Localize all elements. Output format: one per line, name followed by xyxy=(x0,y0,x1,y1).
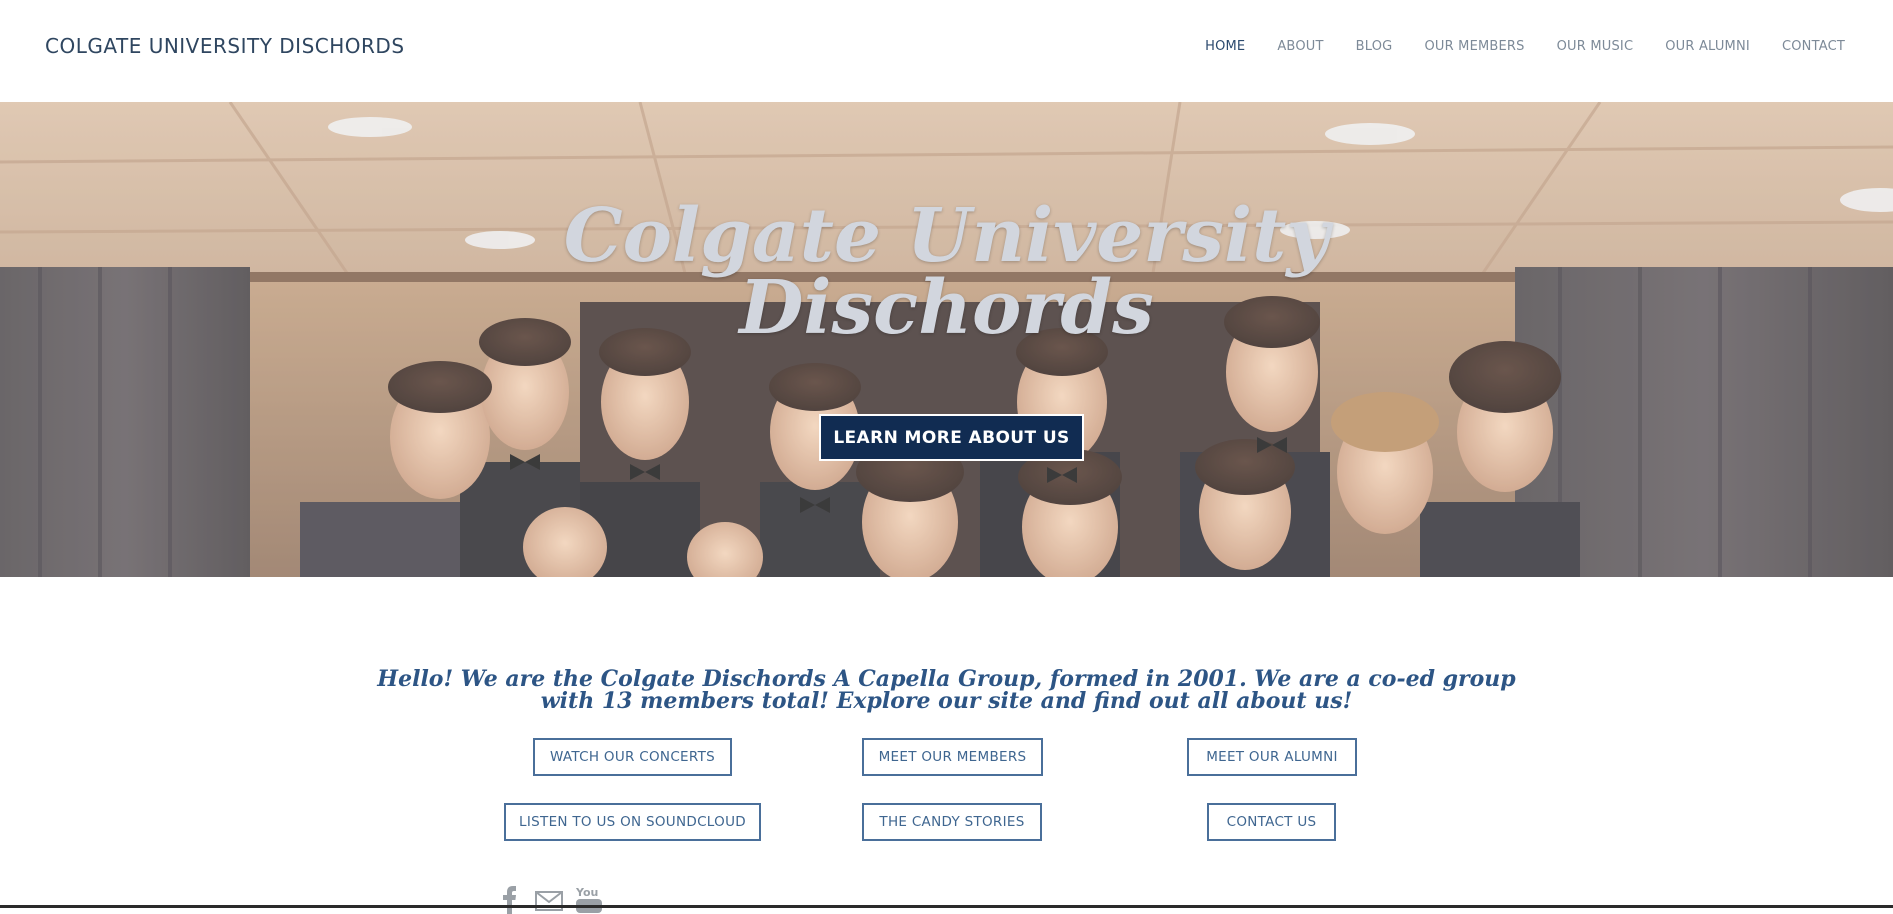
hero-title: Colgate University Dischords xyxy=(0,193,1893,351)
nav-item-contact[interactable]: CONTACT xyxy=(1782,39,1845,54)
learn-more-button[interactable]: LEARN MORE ABOUT US xyxy=(819,414,1084,461)
hero-banner: Colgate University Dischords LEARN MORE … xyxy=(0,102,1893,577)
candy-stories-button[interactable]: THE CANDY STORIES xyxy=(862,803,1042,841)
hero-title-line1: Colgate University xyxy=(563,193,1330,279)
main-nav: HOME ABOUT BLOG OUR MEMBERS OUR MUSIC OU… xyxy=(1173,39,1845,54)
nav-item-our-music[interactable]: OUR MUSIC xyxy=(1557,39,1634,54)
social-links: You xyxy=(494,884,604,914)
contact-us-button[interactable]: CONTACT US xyxy=(1207,803,1336,841)
youtube-icon[interactable]: You xyxy=(574,884,604,914)
youtube-icon-text: You xyxy=(575,886,598,899)
nav-item-our-alumni[interactable]: OUR ALUMNI xyxy=(1665,39,1750,54)
site-header: COLGATE UNIVERSITY DISCHORDS HOME ABOUT … xyxy=(0,0,1893,102)
intro-line1: Hello! We are the Colgate Dischords A Ca… xyxy=(377,666,1516,692)
intro-text: Hello! We are the Colgate Dischords A Ca… xyxy=(0,668,1893,712)
hero-title-line2: Dischords xyxy=(739,265,1154,351)
nav-item-blog[interactable]: BLOG xyxy=(1356,39,1393,54)
mail-icon[interactable] xyxy=(534,884,564,914)
nav-item-our-members[interactable]: OUR MEMBERS xyxy=(1424,39,1524,54)
meet-members-button[interactable]: MEET OUR MEMBERS xyxy=(862,738,1043,776)
intro-line2: with 13 members total! Explore our site … xyxy=(540,688,1353,714)
site-title[interactable]: COLGATE UNIVERSITY DISCHORDS xyxy=(45,34,405,58)
soundcloud-button[interactable]: LISTEN TO US ON SOUNDCLOUD xyxy=(504,803,761,841)
nav-item-home[interactable]: HOME xyxy=(1205,39,1245,54)
facebook-icon[interactable] xyxy=(494,884,524,914)
watch-concerts-button[interactable]: WATCH OUR CONCERTS xyxy=(533,738,732,776)
nav-item-about[interactable]: ABOUT xyxy=(1277,39,1323,54)
meet-alumni-button[interactable]: MEET OUR ALUMNI xyxy=(1187,738,1357,776)
